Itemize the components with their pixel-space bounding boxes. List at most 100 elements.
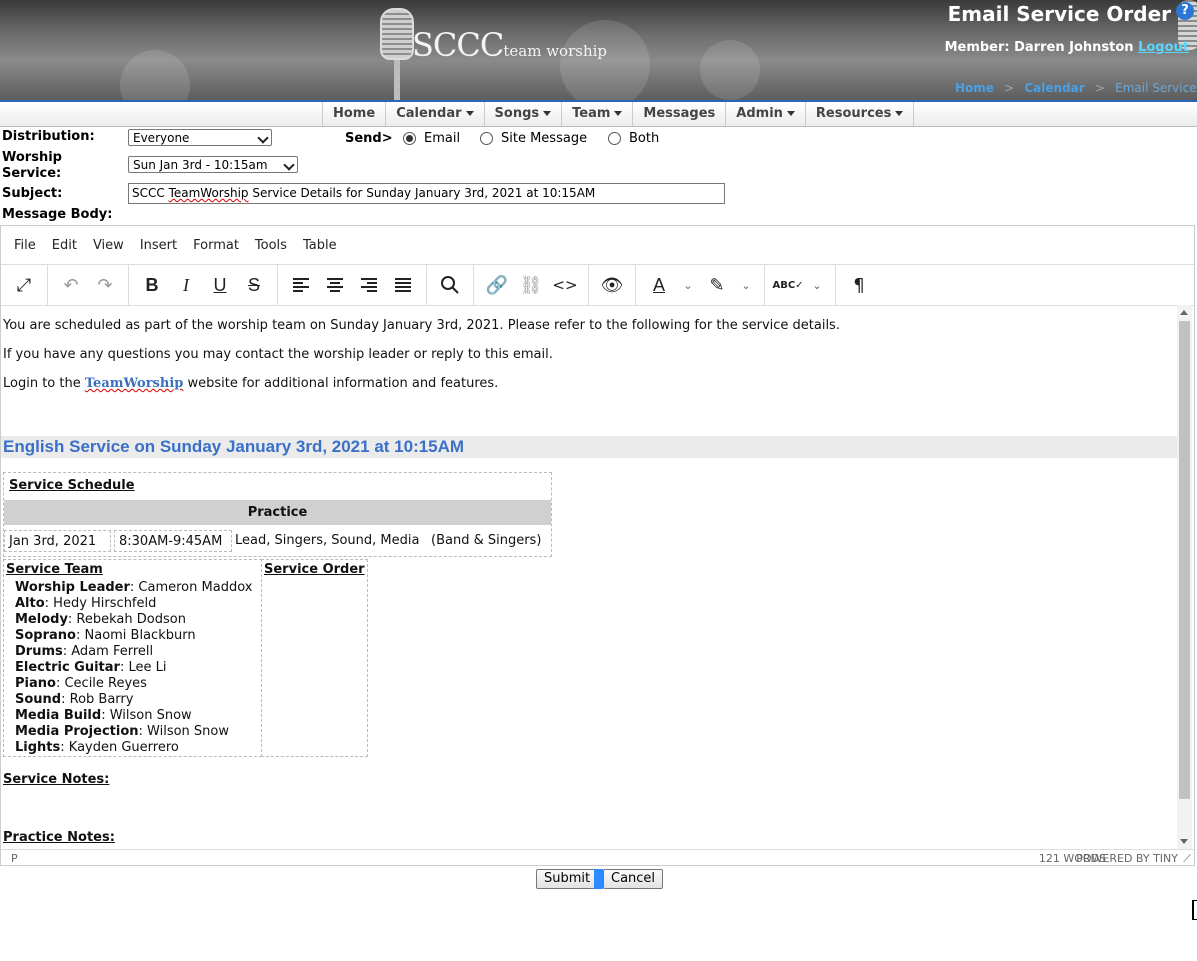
text-color-icon[interactable]: A [642,270,676,300]
menu-file[interactable]: File [14,238,36,253]
practice-header: Practice [4,500,551,525]
body-paragraph: Login to the TeamWorship website for add… [3,376,499,391]
strikethrough-icon[interactable]: S [237,270,271,300]
align-center-icon[interactable] [318,270,352,300]
show-blocks-icon[interactable]: ¶ [842,270,876,300]
worship-service-value: Sun Jan 3rd - 10:15am [133,158,268,172]
editor-toolbar: ⤢ ↶ ↷ B I U S 🔗 ⛓ <> 👁 A ⌄ ✎ ⌄ ABC✓ ⌄ ¶ [1,264,1194,306]
breadcrumb-separator: > [1094,81,1105,95]
body-paragraph: If you have any questions you may contac… [3,347,553,362]
rich-text-editor: File Edit View Insert Format Tools Table… [0,225,1195,866]
schedule-title: Service Schedule [9,478,135,493]
nav-calendar[interactable]: Calendar [385,102,483,126]
nav-home[interactable]: Home [322,102,385,126]
scroll-down-icon[interactable] [1180,839,1188,844]
nav-messages[interactable]: Messages [632,102,725,126]
distribution-select[interactable]: Everyone [128,129,272,146]
underline-icon[interactable]: U [203,270,237,300]
chevron-down-icon [465,111,474,116]
order-title: Service Order [264,562,365,577]
editor-content[interactable]: You are scheduled as part of the worship… [1,305,1179,849]
worship-service-select[interactable]: Sun Jan 3rd - 10:15am [128,156,298,173]
element-path[interactable]: P [11,852,18,865]
chevron-down-icon[interactable]: ⌄ [676,270,700,300]
submit-button[interactable]: Submit [536,869,599,889]
menu-tools[interactable]: Tools [255,238,287,253]
radio-selected-icon[interactable] [403,132,416,145]
resize-handle-icon[interactable]: ⟋ [1183,852,1191,866]
microphone-icon [380,8,414,60]
team-member: Worship Leader: Cameron Maddox [15,580,253,595]
nav-team[interactable]: Team [561,102,632,126]
breadcrumb-current: Email Service Order [1115,81,1197,95]
editor-statusbar: P 121 WORDS POWERED BY TINY ⟋ [1,849,1194,867]
scroll-up-icon[interactable] [1180,310,1188,315]
preview-icon[interactable]: 👁 [595,270,629,300]
page-title: Email Service Order [947,2,1171,26]
help-icon[interactable]: ? [1176,2,1194,20]
menu-view[interactable]: View [93,238,124,253]
powered-by[interactable]: POWERED BY TINY [1076,852,1178,865]
practice-time: 8:30AM-9:45AM [114,530,232,552]
undo-icon[interactable]: ↶ [54,270,88,300]
highlight-icon[interactable]: ✎ [700,270,734,300]
send-option-site-message[interactable]: Site Message [480,131,587,146]
menu-table[interactable]: Table [303,238,337,253]
subject-label: Subject: [2,186,63,201]
nav-songs[interactable]: Songs [483,102,562,126]
text-cursor-icon [1192,900,1197,920]
send-option-email[interactable]: Email [403,131,460,146]
redo-icon[interactable]: ↷ [88,270,122,300]
team-member: Drums: Adam Ferrell [15,644,154,659]
scrollbar-thumb[interactable] [1179,321,1190,799]
cancel-button[interactable]: Cancel [603,869,664,889]
service-schedule-table: Service Schedule Practice Jan 3rd, 2021 … [3,472,552,557]
microphone-stand [394,60,400,101]
send-option-label: Email [424,131,461,146]
teamworship-link[interactable]: TeamWorship [85,376,184,391]
chevron-down-icon [283,159,295,171]
nav-admin[interactable]: Admin [725,102,805,126]
fullscreen-icon[interactable]: ⤢ [7,270,41,300]
italic-icon[interactable]: I [169,270,203,300]
unlink-icon[interactable]: ⛓ [514,270,548,300]
menu-format[interactable]: Format [193,238,239,253]
menu-insert[interactable]: Insert [140,238,177,253]
editor-scrollbar[interactable] [1177,305,1192,849]
chevron-down-icon [614,111,623,116]
service-order-table: Service Order [261,559,368,757]
search-icon[interactable] [433,270,467,300]
nav-resources[interactable]: Resources [804,102,915,126]
team-member: Piano: Cecile Reyes [15,676,147,691]
radio-icon[interactable] [480,132,493,145]
breadcrumb-home[interactable]: Home [955,81,994,95]
chevron-down-icon[interactable]: ⌄ [734,270,758,300]
send-option-label: Site Message [501,131,588,146]
breadcrumb: Home > Calendar > Email Service Order [955,81,1197,95]
member-info: Member: Darren Johnston Logout [945,40,1189,55]
chevron-down-icon [895,111,904,116]
code-icon[interactable]: <> [548,270,582,300]
site-logo[interactable]: SCCCteam worship [412,26,607,64]
link-icon[interactable]: 🔗 [480,270,514,300]
subject-input[interactable]: SCCC TeamWorship Service Details for Sun… [128,183,725,204]
align-right-icon[interactable] [352,270,386,300]
banner-decoration [120,50,190,101]
send-label: Send> [345,131,393,146]
team-member: Media Projection: Wilson Snow [15,724,230,739]
chevron-down-icon [786,111,795,116]
radio-icon[interactable] [608,132,621,145]
focus-indicator [594,869,603,889]
menu-edit[interactable]: Edit [52,238,77,253]
practice-date: Jan 3rd, 2021 [4,530,111,552]
spellcheck-icon[interactable]: ABC✓ [771,270,805,300]
justify-icon[interactable] [386,270,420,300]
bold-icon[interactable]: B [135,270,169,300]
send-option-both[interactable]: Both [608,131,659,146]
breadcrumb-calendar[interactable]: Calendar [1024,81,1084,95]
align-left-icon[interactable] [284,270,318,300]
logout-link[interactable]: Logout [1138,40,1189,55]
practice-participants: Lead, Singers, Sound, Media [235,533,420,548]
main-nav: Home Calendar Songs Team Messages Admin … [0,102,1197,127]
chevron-down-icon[interactable]: ⌄ [805,270,829,300]
